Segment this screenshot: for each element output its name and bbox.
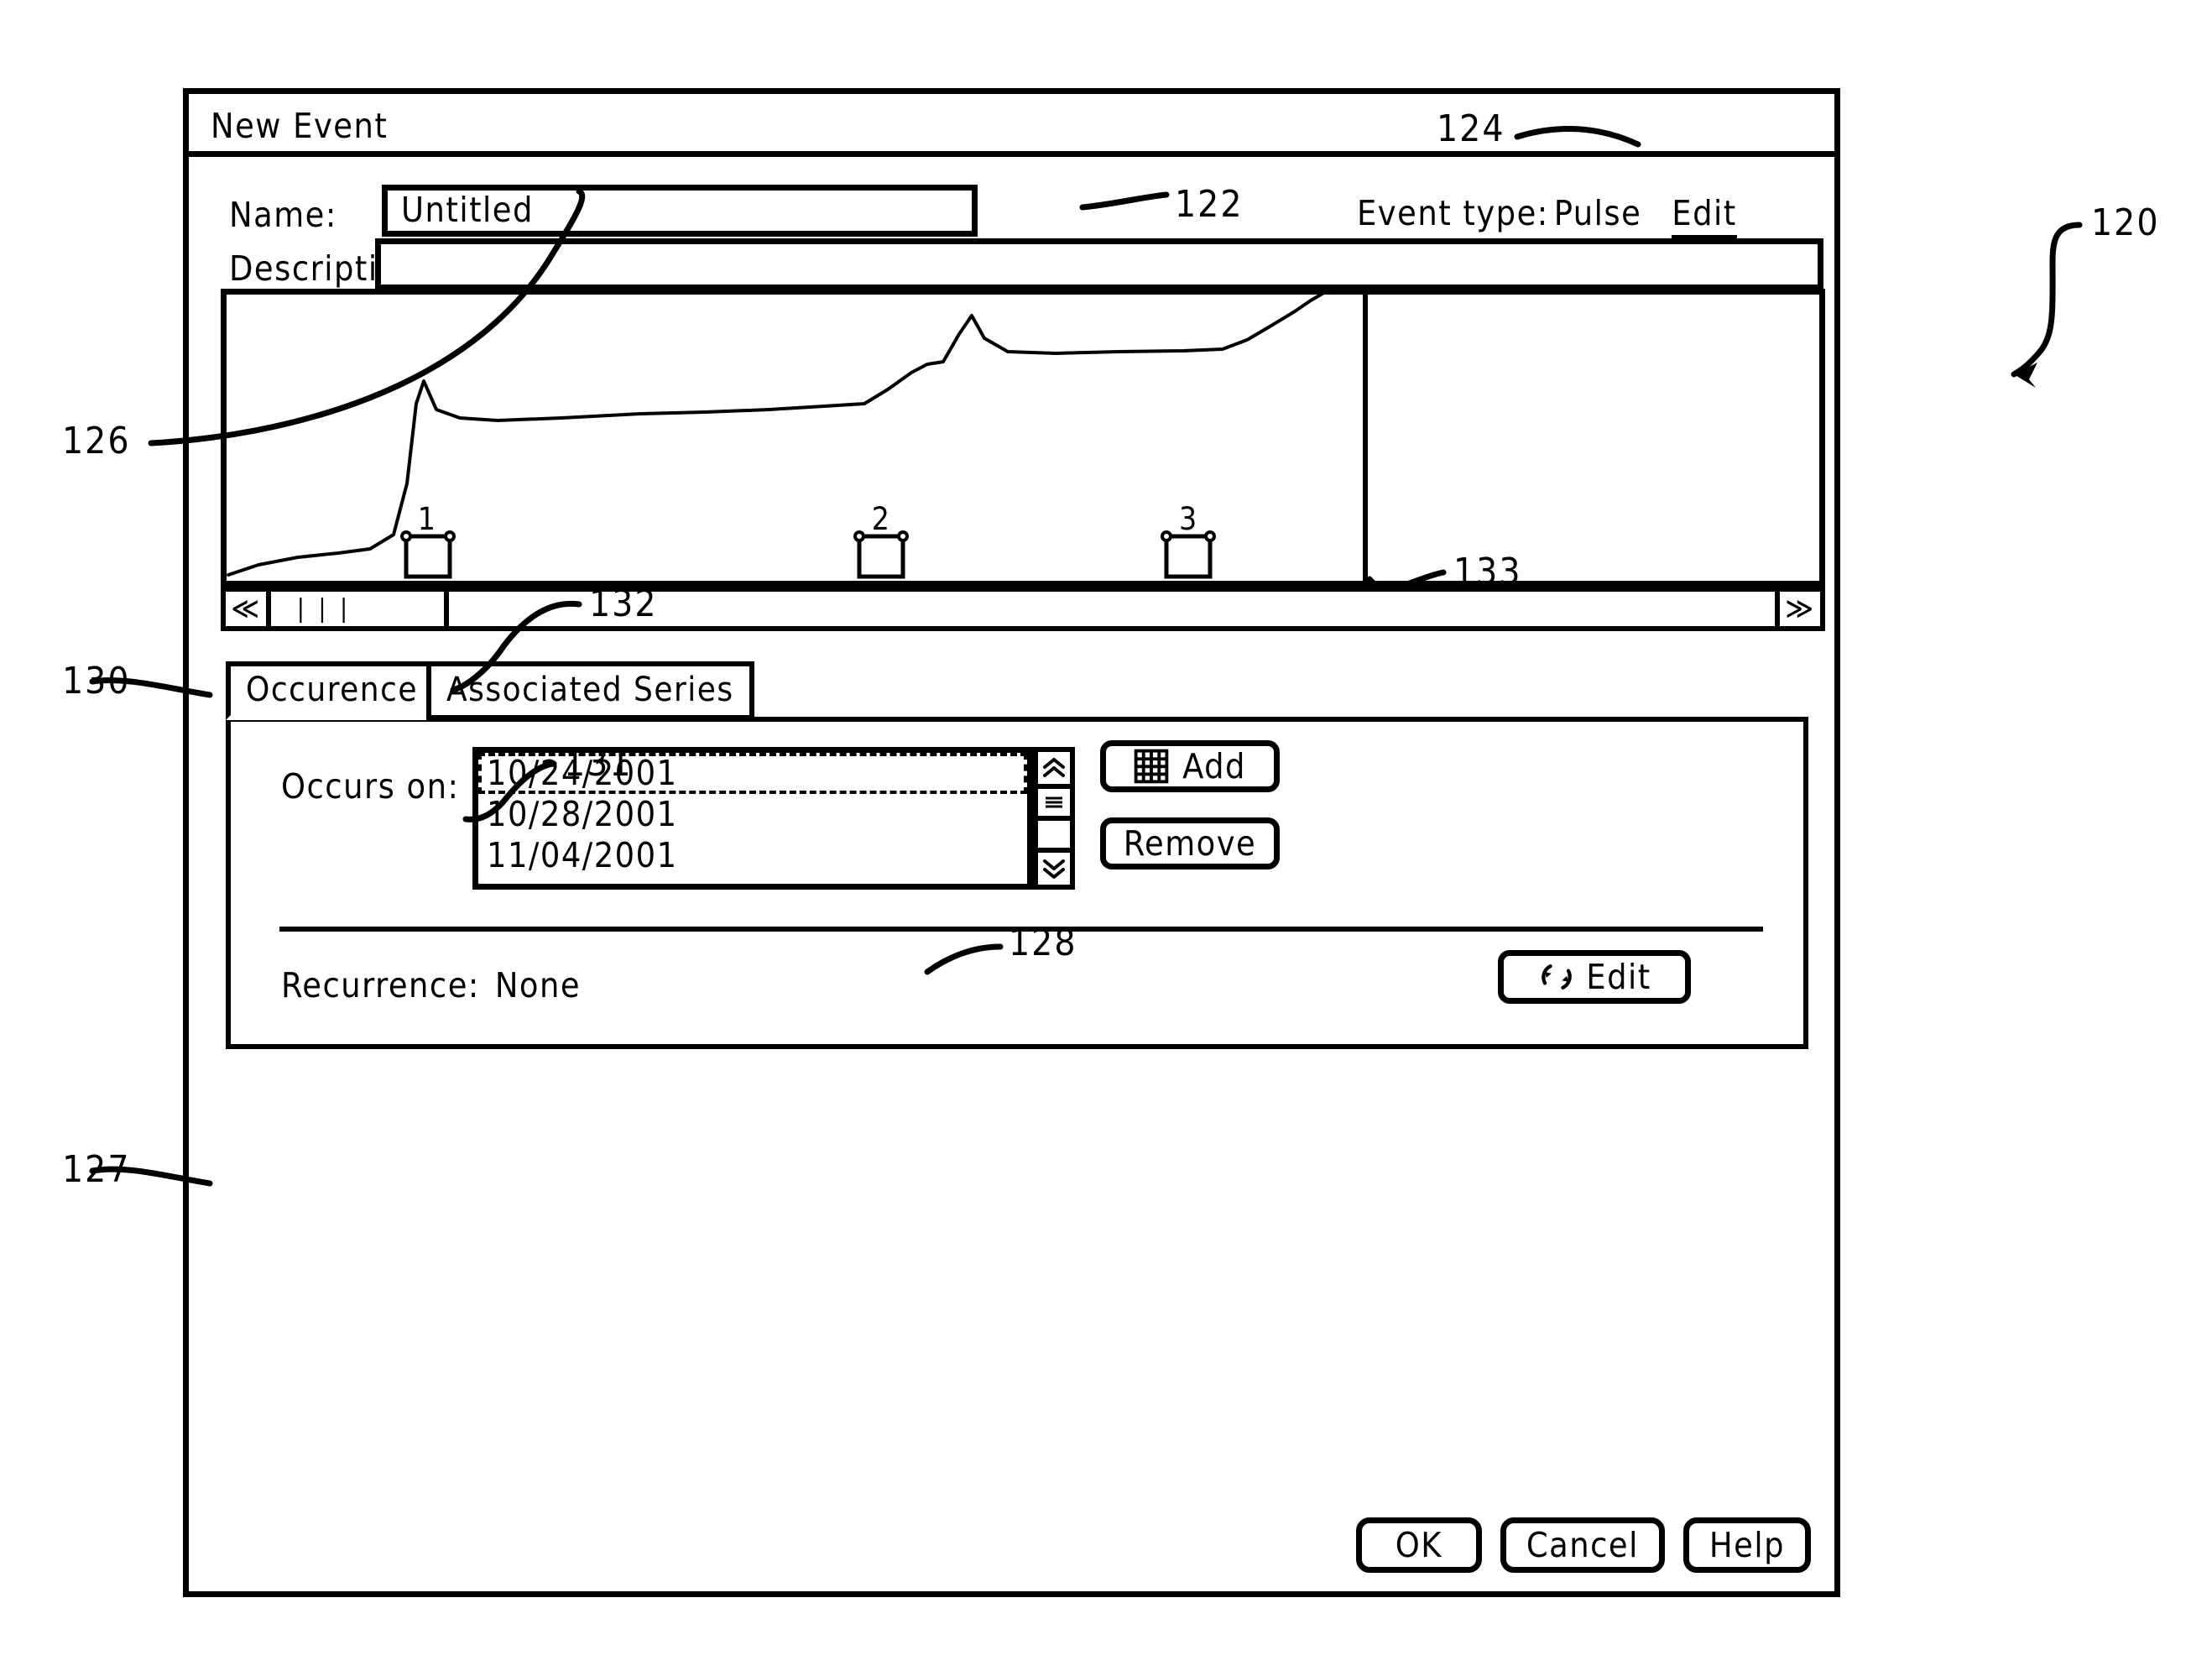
scroll-right-glyph: ≫ — [1785, 592, 1815, 626]
dialog-title: New Event — [211, 106, 389, 146]
list-item-label: 10/28/2001 — [487, 793, 678, 834]
ref-numeral-124: 124 — [1437, 107, 1505, 150]
tab-associated-series-label: Associated Series — [446, 671, 734, 709]
remove-button-label: Remove — [1123, 822, 1257, 864]
scrollbar-thumb[interactable] — [1038, 789, 1070, 821]
scroll-left-glyph: ≪ — [231, 592, 261, 626]
occurs-on-vertical-scrollbar[interactable] — [1033, 747, 1075, 890]
recurrence-label: Recurrence: — [281, 965, 480, 1005]
tab-associated-series[interactable]: Associated Series — [426, 661, 754, 720]
recurrence-edit-label: Edit — [1586, 956, 1651, 997]
help-button[interactable]: Help — [1682, 1517, 1811, 1573]
pulse-marker-label: 2 — [871, 501, 891, 537]
ok-button-label: OK — [1395, 1524, 1442, 1565]
list-item[interactable]: 10/24/2001 — [478, 753, 1027, 794]
pulse-marker[interactable] — [853, 530, 909, 579]
list-item-label: 11/04/2001 — [487, 834, 678, 875]
scroll-right-icon[interactable]: ≫ — [1775, 592, 1820, 626]
chart-horizontal-scrollbar[interactable]: ≪ ❘❘❘ ≫ — [221, 587, 1825, 631]
event-type-edit-link[interactable]: Edit — [1672, 193, 1737, 240]
pulse-marker-group — [227, 295, 1819, 581]
list-item[interactable]: 11/04/2001 — [478, 835, 1027, 876]
pulse-marker[interactable] — [1161, 530, 1216, 579]
pulse-marker-label: 3 — [1179, 501, 1198, 537]
event-type-group: Event type: Pulse Edit — [1357, 193, 1737, 240]
tab-bar: Occurence Associated Series — [226, 661, 754, 720]
pulse-marker-label: 1 — [417, 501, 437, 537]
ref-numeral-132: 132 — [589, 582, 658, 625]
ref-numeral-127: 127 — [62, 1148, 131, 1191]
cancel-button-label: Cancel — [1526, 1524, 1639, 1565]
scroll-down-icon[interactable] — [1038, 848, 1070, 885]
ref-numeral-128: 128 — [1009, 922, 1077, 964]
recurrence-row: Recurrence: None — [281, 965, 581, 1005]
description-input[interactable] — [375, 238, 1823, 290]
help-button-label: Help — [1709, 1524, 1785, 1565]
add-button-label: Add — [1182, 745, 1246, 786]
scroll-up-icon[interactable] — [1038, 752, 1070, 789]
pulse-marker[interactable] — [400, 530, 456, 579]
occurrence-tab-panel: Occurs on: 10/24/2001 10/28/2001 11/04/2… — [226, 717, 1808, 1049]
chart-panel[interactable]: 1 2 3 — [221, 289, 1825, 587]
occurs-on-label: Occurs on: — [281, 766, 460, 807]
scrollbar-thumb[interactable]: ❘❘❘ — [271, 592, 449, 626]
chevron-down-icon — [1043, 859, 1065, 879]
dialog-footer: OK Cancel Help — [1355, 1517, 1811, 1573]
event-type-value: Pulse — [1553, 193, 1642, 233]
cancel-button[interactable]: Cancel — [1500, 1517, 1665, 1573]
patent-figure-page: New Event Name: Untitled Description: Ev… — [0, 0, 2212, 1671]
recurrence-circular-arrows-icon — [1542, 964, 1573, 990]
ref-numeral-126: 126 — [62, 420, 131, 462]
arrowhead — [2014, 363, 2037, 388]
recurrence-value: None — [494, 965, 582, 1005]
scrollbar-grip-icon: ❘❘❘ — [291, 593, 356, 624]
tab-occurence-label: Occurence — [246, 671, 419, 709]
ref-numeral-122: 122 — [1175, 183, 1244, 226]
name-input-value: Untitled — [401, 190, 534, 231]
chevron-up-icon — [1043, 758, 1065, 777]
name-input[interactable]: Untitled — [382, 185, 978, 237]
list-item[interactable]: 10/28/2001 — [478, 794, 1027, 835]
name-label: Name: — [229, 195, 337, 235]
ok-button[interactable]: OK — [1355, 1517, 1482, 1573]
scroll-left-icon[interactable]: ≪ — [226, 592, 271, 626]
grip-lines-icon — [1046, 796, 1062, 808]
add-button[interactable]: Add — [1100, 740, 1280, 792]
tab-occurence[interactable]: Occurence — [226, 661, 432, 720]
remove-button[interactable]: Remove — [1100, 817, 1280, 869]
recurrence-edit-button[interactable]: Edit — [1498, 950, 1691, 1004]
occurs-on-listbox[interactable]: 10/24/2001 10/28/2001 11/04/2001 — [472, 747, 1033, 890]
ref-numeral-131: 131 — [564, 742, 633, 785]
dialog-window: New Event Name: Untitled Description: Ev… — [183, 88, 1840, 1597]
pulse-marker-shapes — [400, 530, 1216, 579]
calendar-grid-icon — [1134, 749, 1169, 784]
ref-numeral-120: 120 — [2091, 201, 2160, 244]
ref-numeral-133: 133 — [1453, 551, 1522, 593]
dialog-titlebar: New Event — [189, 94, 1834, 157]
scrollbar-track[interactable] — [1038, 821, 1070, 848]
event-type-label: Event type: — [1357, 193, 1549, 233]
ref-numeral-130: 130 — [62, 660, 131, 702]
